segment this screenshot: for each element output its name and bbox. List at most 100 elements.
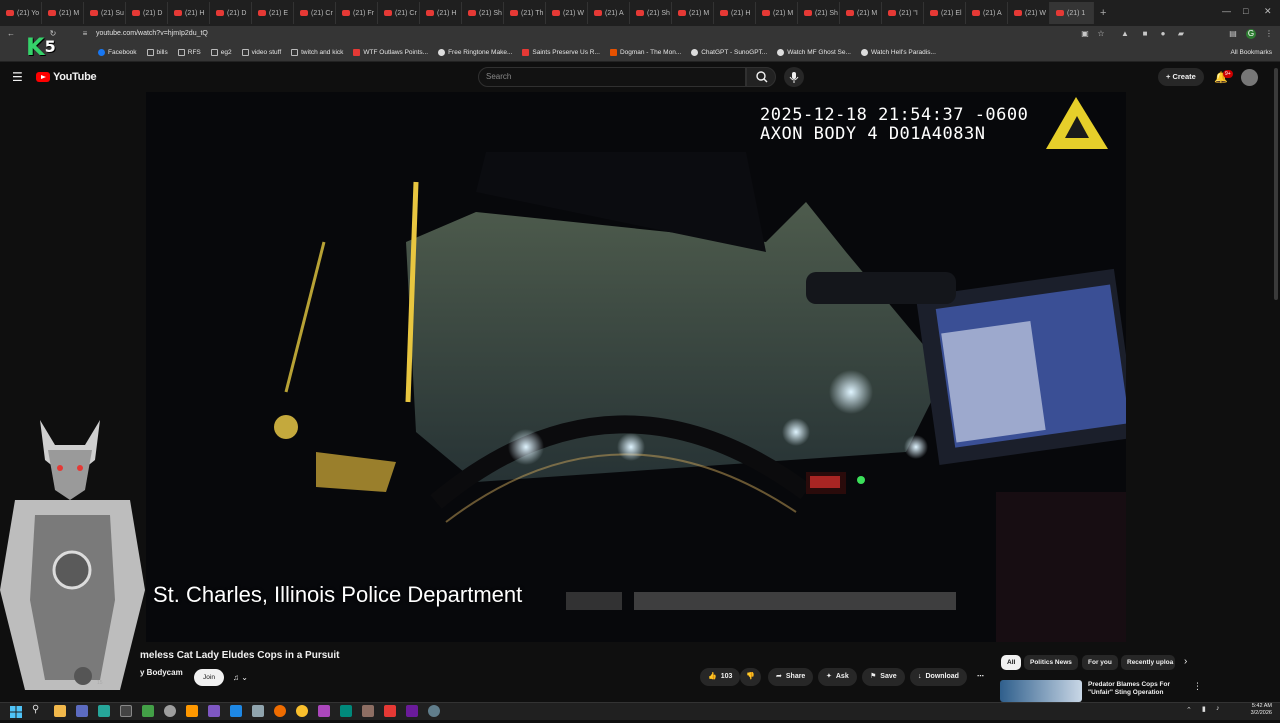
taskbar-app-icon[interactable] <box>362 705 374 717</box>
browser-tab[interactable]: (21) Th <box>504 2 546 24</box>
bookmark-item[interactable]: Saints Preserve Us R... <box>522 49 600 56</box>
save-button[interactable]: ⚑ Save <box>862 668 905 686</box>
browser-tab[interactable]: (21) Sh <box>462 2 504 24</box>
bookmark-item[interactable]: RFS <box>177 49 201 56</box>
extension-icon[interactable]: ■ <box>1140 29 1150 39</box>
browser-tab[interactable]: (21) Sh <box>630 2 672 24</box>
browser-tab[interactable]: (21) H <box>168 2 210 24</box>
minimize-icon[interactable]: — <box>1222 6 1231 16</box>
bookmark-item[interactable]: Watch Hell's Paradis... <box>860 49 936 56</box>
browser-tab[interactable]: (21) M <box>840 2 882 24</box>
browser-tab[interactable]: (21) El <box>924 2 966 24</box>
browser-tab[interactable]: (21) H <box>420 2 462 24</box>
taskbar-search-icon[interactable]: ⚲ <box>32 704 39 715</box>
like-button[interactable]: 👍 103 <box>700 668 741 686</box>
bookmark-item[interactable]: ChatGPT - SunoGPT... <box>691 49 767 56</box>
share-button[interactable]: ➦ Share <box>768 668 814 686</box>
taskbar-app-icon[interactable] <box>406 705 418 717</box>
cast-icon[interactable]: ▣ <box>1080 29 1090 39</box>
recommendation-title[interactable]: Predator Blames Cops For "Unfair" Sting … <box>1088 681 1188 697</box>
browser-tab[interactable]: (21) E <box>252 2 294 24</box>
browser-tab[interactable]: (21) D <box>210 2 252 24</box>
bookmark-item[interactable]: Facebook <box>98 49 137 56</box>
sidepanel-icon[interactable]: ▤ <box>1228 29 1238 39</box>
browser-tab[interactable]: (21) W <box>1008 2 1050 24</box>
search-button[interactable] <box>746 67 776 87</box>
chip-recently-uploaded[interactable]: Recently uploa <box>1121 655 1175 670</box>
browser-tab[interactable]: (21) "I <box>882 2 924 24</box>
settings-gear-icon[interactable] <box>428 705 440 717</box>
taskbar-app-icon[interactable] <box>164 705 176 717</box>
close-window-icon[interactable]: ✕ <box>1264 6 1272 17</box>
dislike-button[interactable]: 👎 <box>740 668 761 686</box>
browser-tab[interactable]: (21) H <box>714 2 756 24</box>
chip-politics-news[interactable]: Politics News <box>1024 655 1078 670</box>
browser-tab[interactable]: (21) Su <box>84 2 126 24</box>
taskbar-app-icon[interactable] <box>340 705 352 717</box>
more-actions-button[interactable]: ⋯ <box>972 668 989 686</box>
search-input[interactable]: Search <box>478 67 746 87</box>
tray-chevron-icon[interactable]: ⌃ <box>1186 706 1192 714</box>
firefox-icon[interactable] <box>274 705 286 717</box>
account-avatar[interactable] <box>1241 69 1258 86</box>
browser-tab[interactable]: (21) M <box>756 2 798 24</box>
browser-tab[interactable]: (21) Cr <box>378 2 420 24</box>
browser-tab[interactable]: (21) A <box>966 2 1008 24</box>
taskbar-app-icon[interactable] <box>186 705 198 717</box>
bookmark-item[interactable]: twitch and kick <box>291 49 343 56</box>
bookmark-item[interactable]: bills <box>146 49 168 56</box>
hamburger-menu-icon[interactable]: ☰ <box>12 71 23 83</box>
bookmark-star-icon[interactable]: ☆ <box>1096 29 1106 39</box>
channel-name[interactable]: y Bodycam <box>140 668 183 677</box>
video-player[interactable]: 2025-12-18 21:54:37 -0600 AXON BODY 4 D01… <box>146 92 1126 642</box>
tray-volume-icon[interactable]: ♪ <box>1216 705 1220 712</box>
browser-tab[interactable]: (21) D <box>126 2 168 24</box>
download-button[interactable]: ↓ Download <box>910 668 967 686</box>
taskbar-app-icon[interactable] <box>230 705 242 717</box>
taskbar-app-icon[interactable] <box>252 705 264 717</box>
taskbar-app-icon[interactable] <box>98 705 110 717</box>
site-info-icon[interactable]: ≡ <box>80 29 90 39</box>
browser-tab[interactable]: (21) Sh <box>798 2 840 24</box>
taskbar-app-icon[interactable] <box>142 705 154 717</box>
ask-button[interactable]: ✦ Ask <box>818 668 857 686</box>
browser-tab[interactable]: (21) W <box>546 2 588 24</box>
extension-icon[interactable]: ▲ <box>1120 29 1130 39</box>
extension-icon[interactable]: ● <box>1158 29 1168 39</box>
recommendation-thumbnail[interactable] <box>1000 680 1082 702</box>
chip-for-you[interactable]: For you <box>1082 655 1118 670</box>
taskbar-clock[interactable]: 5:42 AM 3/2/2026 <box>1251 703 1272 717</box>
browser-tab[interactable]: (21) A <box>588 2 630 24</box>
file-explorer-icon[interactable] <box>54 705 66 717</box>
bookmark-item[interactable]: Free Ringtone Make... <box>438 49 512 56</box>
browser-tab[interactable]: (21) Cr <box>294 2 336 24</box>
bookmark-item[interactable]: Watch MF Ghost Se... <box>777 49 851 56</box>
bookmark-item[interactable]: video stuff <box>241 49 281 56</box>
new-tab-button[interactable]: + <box>1094 7 1112 19</box>
taskbar-app-icon[interactable] <box>76 705 88 717</box>
back-icon[interactable]: ← <box>6 29 16 39</box>
profile-avatar[interactable]: G <box>1246 29 1256 39</box>
youtube-logo[interactable]: YouTube <box>36 71 97 83</box>
subscribe-bell-button[interactable]: ♫ ⌄ <box>229 669 263 686</box>
browser-tab[interactable]: (21) Yo <box>0 2 42 24</box>
browser-tab[interactable]: (21) 1 <box>1050 2 1094 24</box>
browser-tab[interactable]: (21) M <box>42 2 84 24</box>
maximize-icon[interactable]: □ <box>1243 6 1248 16</box>
recommendation-menu-icon[interactable]: ⋮ <box>1193 681 1202 692</box>
create-button[interactable]: + Create <box>1158 68 1204 86</box>
browser-menu-icon[interactable]: ⋮ <box>1264 29 1274 39</box>
chevron-right-icon[interactable]: › <box>1184 656 1187 667</box>
taskbar-app-icon[interactable] <box>318 705 330 717</box>
voice-search-button[interactable] <box>784 67 804 87</box>
browser-tab[interactable]: (21) Fr <box>336 2 378 24</box>
bookmark-item[interactable]: WTF Outlaws Points... <box>353 49 428 56</box>
taskbar-app-icon[interactable] <box>384 705 396 717</box>
url-field[interactable]: youtube.com/watch?v=hjmIp2du_tQ <box>96 30 208 37</box>
channel-avatar[interactable] <box>74 667 92 685</box>
page-scrollbar[interactable] <box>1274 68 1278 300</box>
bookmark-item[interactable]: Dogman - The Mon... <box>609 49 681 56</box>
extensions-puzzle-icon[interactable]: ▰ <box>1176 29 1186 39</box>
bookmark-item[interactable]: eg2 <box>210 49 232 56</box>
browser-tab[interactable]: (21) M <box>672 2 714 24</box>
